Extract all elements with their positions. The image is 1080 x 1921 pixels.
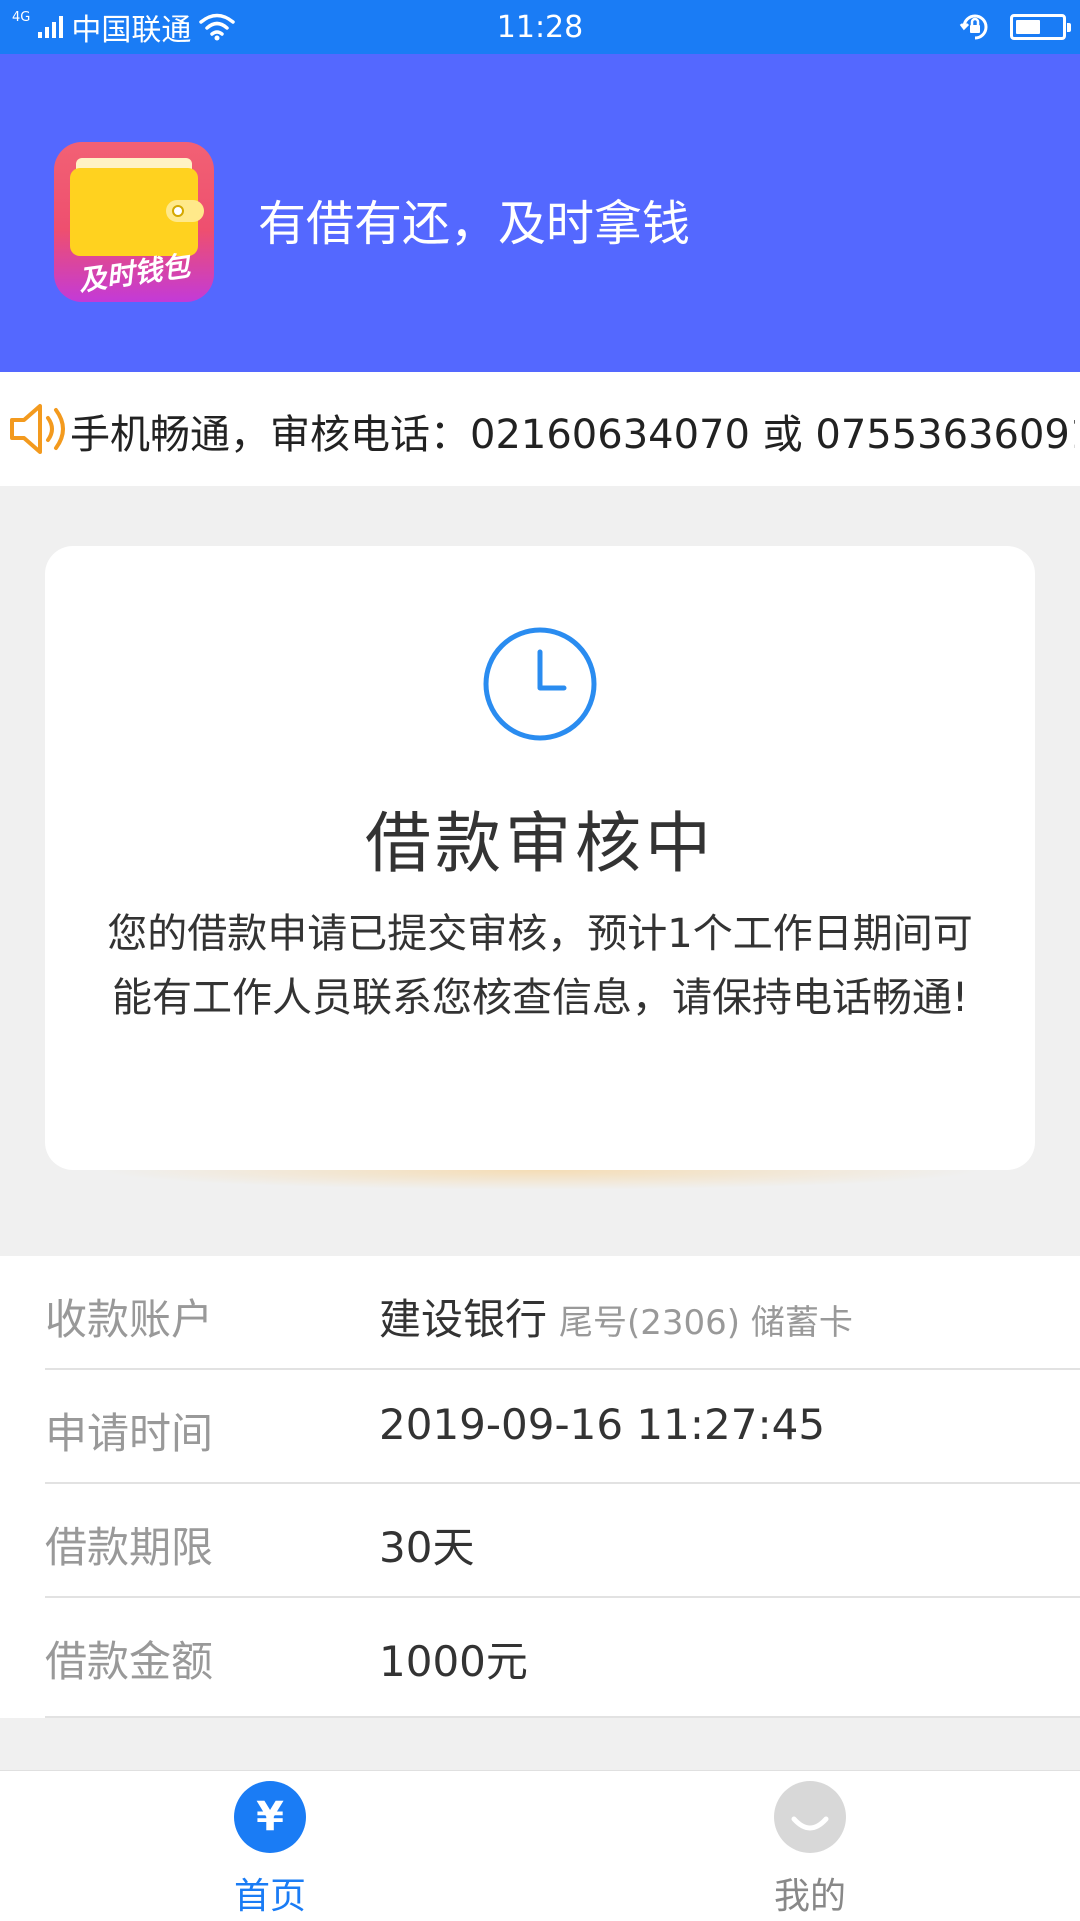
speaker-icon (10, 404, 65, 454)
tab-mine-label: 我的 (773, 1876, 846, 1917)
smile-mouth-icon (791, 1816, 829, 1831)
tab-home-label: 首页 (233, 1876, 306, 1917)
detail-row-apply-time: 申请时间 2019-09-16 11:27:45 (45, 1370, 1080, 1484)
detail-value: 1000元 (379, 1637, 528, 1686)
notice-text: 手机畅通，审核电话：02160634070 或 07553636091 (70, 412, 1075, 458)
detail-label: 借款金额 (45, 1637, 214, 1686)
battery-icon (1010, 14, 1071, 40)
app-header: 及时钱包 有借有还，及时拿钱 (0, 54, 1080, 372)
status-bar: 4G 中国联通 11:28 (0, 0, 1080, 54)
tab-mine[interactable]: 我的 (540, 1771, 1080, 1921)
yen-icon: ¥ (234, 1781, 306, 1853)
wallet-icon (70, 168, 204, 256)
app-logo: 及时钱包 (54, 142, 214, 302)
loan-details: 收款账户 建设银行 尾号(2306) 储蓄卡 申请时间 2019-09-16 11… (0, 1256, 1080, 1718)
detail-label: 借款期限 (45, 1523, 214, 1572)
status-right (958, 0, 1071, 54)
clock-time: 11:28 (496, 10, 584, 45)
detail-row-term: 借款期限 30天 (45, 1484, 1080, 1598)
battery-level (1016, 20, 1041, 34)
wallet-clasp-icon (166, 200, 204, 222)
detail-row-amount: 借款金额 1000元 (45, 1598, 1080, 1718)
header-slogan: 有借有还，及时拿钱 (258, 196, 691, 252)
detail-row-account: 收款账户 建设银行 尾号(2306) 储蓄卡 (45, 1256, 1080, 1370)
review-title: 借款审核中 (365, 805, 715, 882)
clock-icon (483, 627, 597, 741)
detail-value: 建设银行 尾号(2306) 储蓄卡 (379, 1286, 853, 1347)
smiley-icon (774, 1781, 846, 1853)
detail-value: 30天 (379, 1523, 475, 1572)
notice-bar: 手机畅通，审核电话：02160634070 或 07553636091 (0, 372, 1080, 486)
review-description: 您的借款申请已提交审核，预计1个工作日期间可能有工作人员联系您核查信息，请保持电… (107, 911, 973, 1021)
account-tail: 尾号(2306) 储蓄卡 (559, 1303, 853, 1343)
bank-name: 建设银行 (379, 1295, 548, 1344)
rotation-lock-icon (959, 14, 988, 40)
detail-label: 申请时间 (45, 1409, 214, 1458)
review-status-card: 借款审核中 您的借款申请已提交审核，预计1个工作日期间可能有工作人员联系您核查信… (45, 546, 1035, 1170)
detail-label: 收款账户 (45, 1295, 214, 1344)
detail-value: 2019-09-16 11:27:45 (379, 1400, 826, 1449)
tab-bar: ¥ 首页 我的 (0, 1770, 1080, 1921)
tab-home[interactable]: ¥ 首页 (0, 1771, 540, 1921)
